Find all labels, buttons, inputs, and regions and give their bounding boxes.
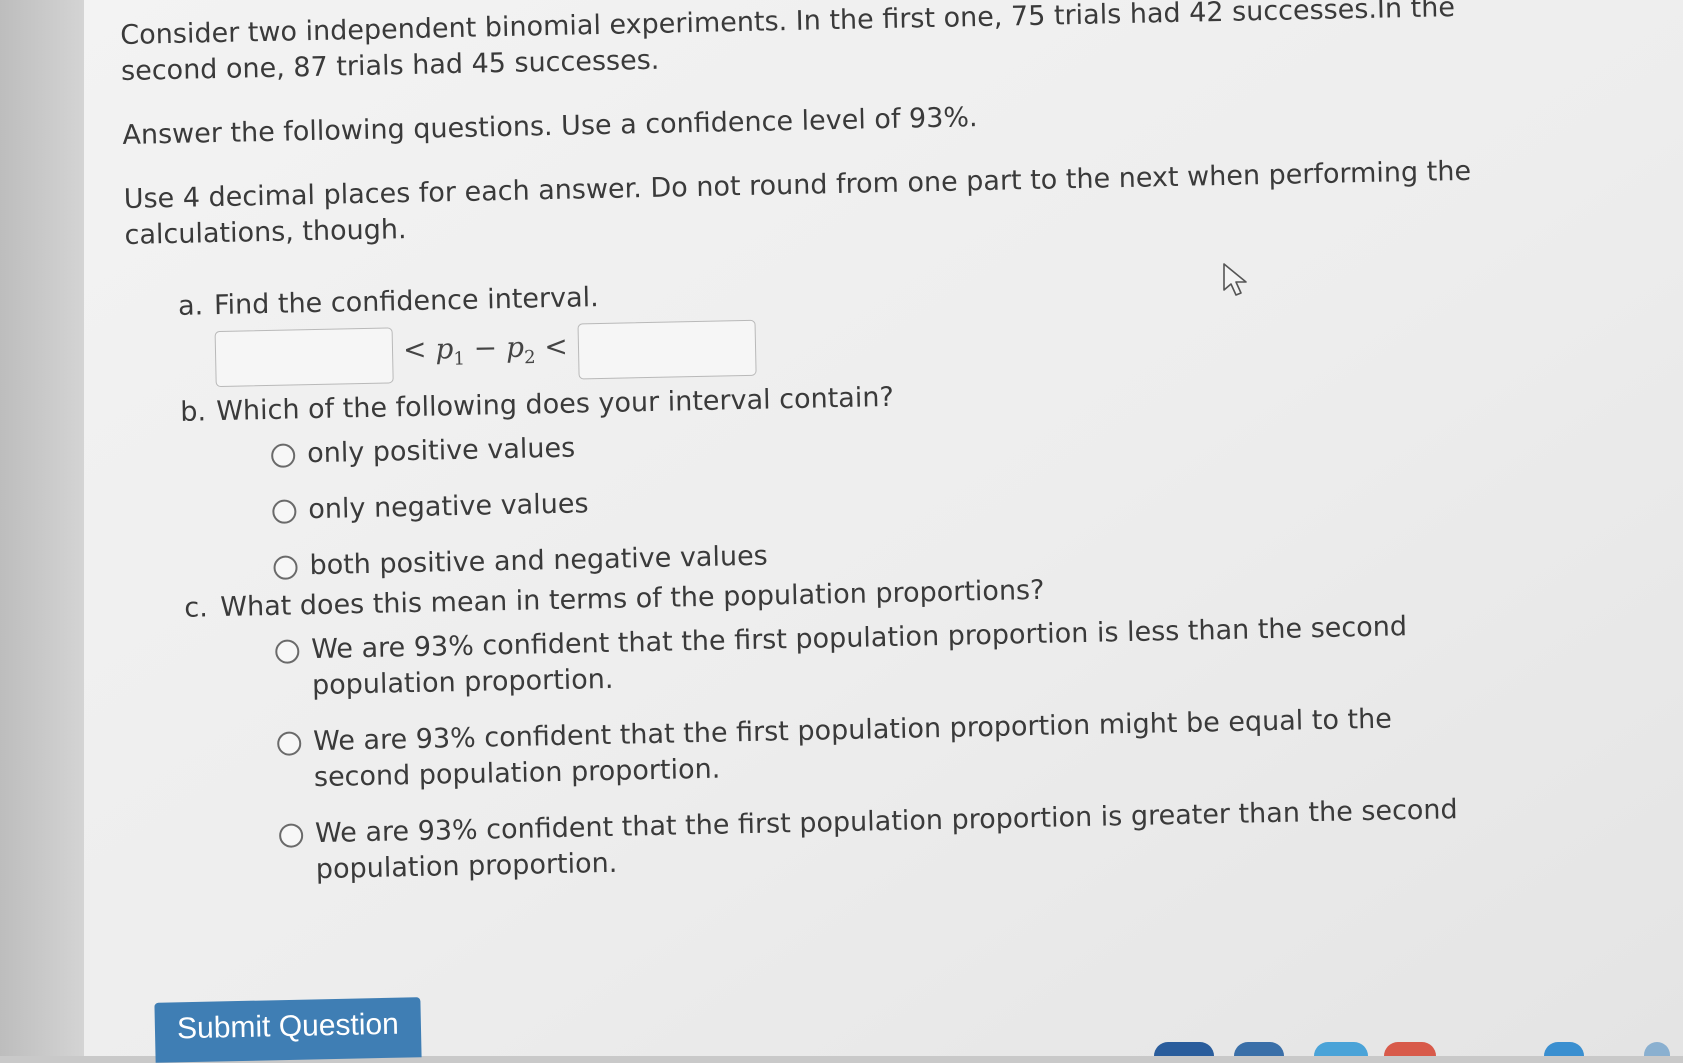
part-c-label: c. bbox=[184, 592, 209, 624]
taskbar-app-icon[interactable] bbox=[1154, 1042, 1214, 1056]
option-greater-than[interactable]: We are 93% confident that the first popu… bbox=[278, 792, 1480, 889]
radio-button[interactable] bbox=[272, 499, 297, 524]
radio-button[interactable] bbox=[275, 639, 300, 664]
option-label: only negative values bbox=[308, 488, 589, 526]
option-might-be-equal[interactable]: We are 93% confident that the first popu… bbox=[276, 700, 1478, 797]
upper-bound-input[interactable] bbox=[577, 319, 757, 380]
option-label: We are 93% confident that the first popu… bbox=[312, 703, 1393, 794]
taskbar-app-icon[interactable] bbox=[1314, 1042, 1368, 1056]
rounding-note: Use 4 decimal places for each answer. Do… bbox=[123, 155, 1472, 251]
p2-symbol: p bbox=[505, 330, 525, 364]
radio-button[interactable] bbox=[270, 443, 296, 468]
p1-subscript: 1 bbox=[453, 348, 466, 370]
option-label: We are 93% confident that the first popu… bbox=[310, 611, 1408, 702]
lower-bound-input[interactable] bbox=[214, 327, 394, 388]
option-label: We are 93% confident that the first popu… bbox=[314, 794, 1458, 886]
mouse-pointer-icon bbox=[1223, 263, 1247, 296]
minus-sign: − bbox=[473, 330, 498, 365]
option-label: both positive and negative values bbox=[309, 540, 769, 582]
part-b-prompt: Which of the following does your interva… bbox=[215, 381, 895, 428]
part-a-label: a. bbox=[177, 290, 204, 322]
option-less-than[interactable]: We are 93% confident that the first popu… bbox=[275, 608, 1476, 705]
window-left-edge bbox=[0, 0, 84, 1056]
question-intro: Consider two independent binomial experi… bbox=[120, 0, 1456, 87]
part-b: b. Which of the following does your inter… bbox=[180, 367, 1532, 587]
less-than-left: < bbox=[402, 332, 427, 366]
part-b-label: b. bbox=[179, 396, 207, 428]
part-b-options: only positive values only negative value… bbox=[270, 411, 1532, 585]
option-only-negative[interactable]: only negative values bbox=[272, 467, 1530, 529]
question-instruction: Answer the following questions. Use a co… bbox=[122, 102, 978, 151]
taskbar-app-icon[interactable] bbox=[1234, 1042, 1284, 1056]
taskbar-app-icon[interactable] bbox=[1644, 1042, 1670, 1056]
question-content: Consider two independent binomial experi… bbox=[120, 0, 1538, 912]
taskbar-strip bbox=[84, 1022, 1683, 1056]
radio-button[interactable] bbox=[278, 823, 304, 848]
part-a-prompt: Find the confidence interval. bbox=[213, 282, 599, 322]
interval-expression: < p1 − p2 < bbox=[403, 328, 569, 378]
taskbar-app-icon[interactable] bbox=[1544, 1042, 1584, 1056]
part-c-options: We are 93% confident that the first popu… bbox=[275, 607, 1538, 889]
part-c: c. What does this mean in terms of the po… bbox=[184, 563, 1538, 891]
radio-button[interactable] bbox=[273, 555, 298, 580]
p1-symbol: p bbox=[435, 331, 454, 366]
radio-button[interactable] bbox=[276, 731, 302, 756]
less-than-right: < bbox=[543, 329, 569, 363]
option-label: only positive values bbox=[306, 432, 576, 470]
taskbar-app-icon[interactable] bbox=[1384, 1042, 1436, 1056]
p2-subscript: 2 bbox=[523, 346, 536, 368]
